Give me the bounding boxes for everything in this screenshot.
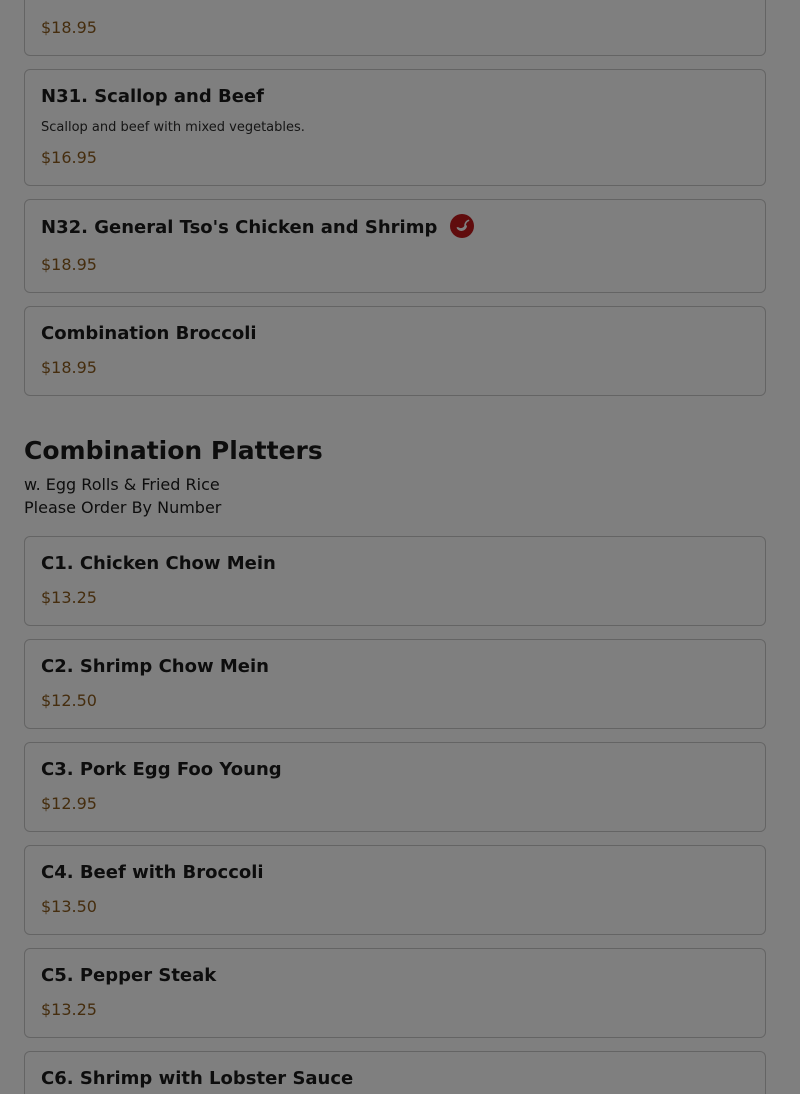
modal-backdrop-overlay[interactable] [0, 0, 800, 1094]
